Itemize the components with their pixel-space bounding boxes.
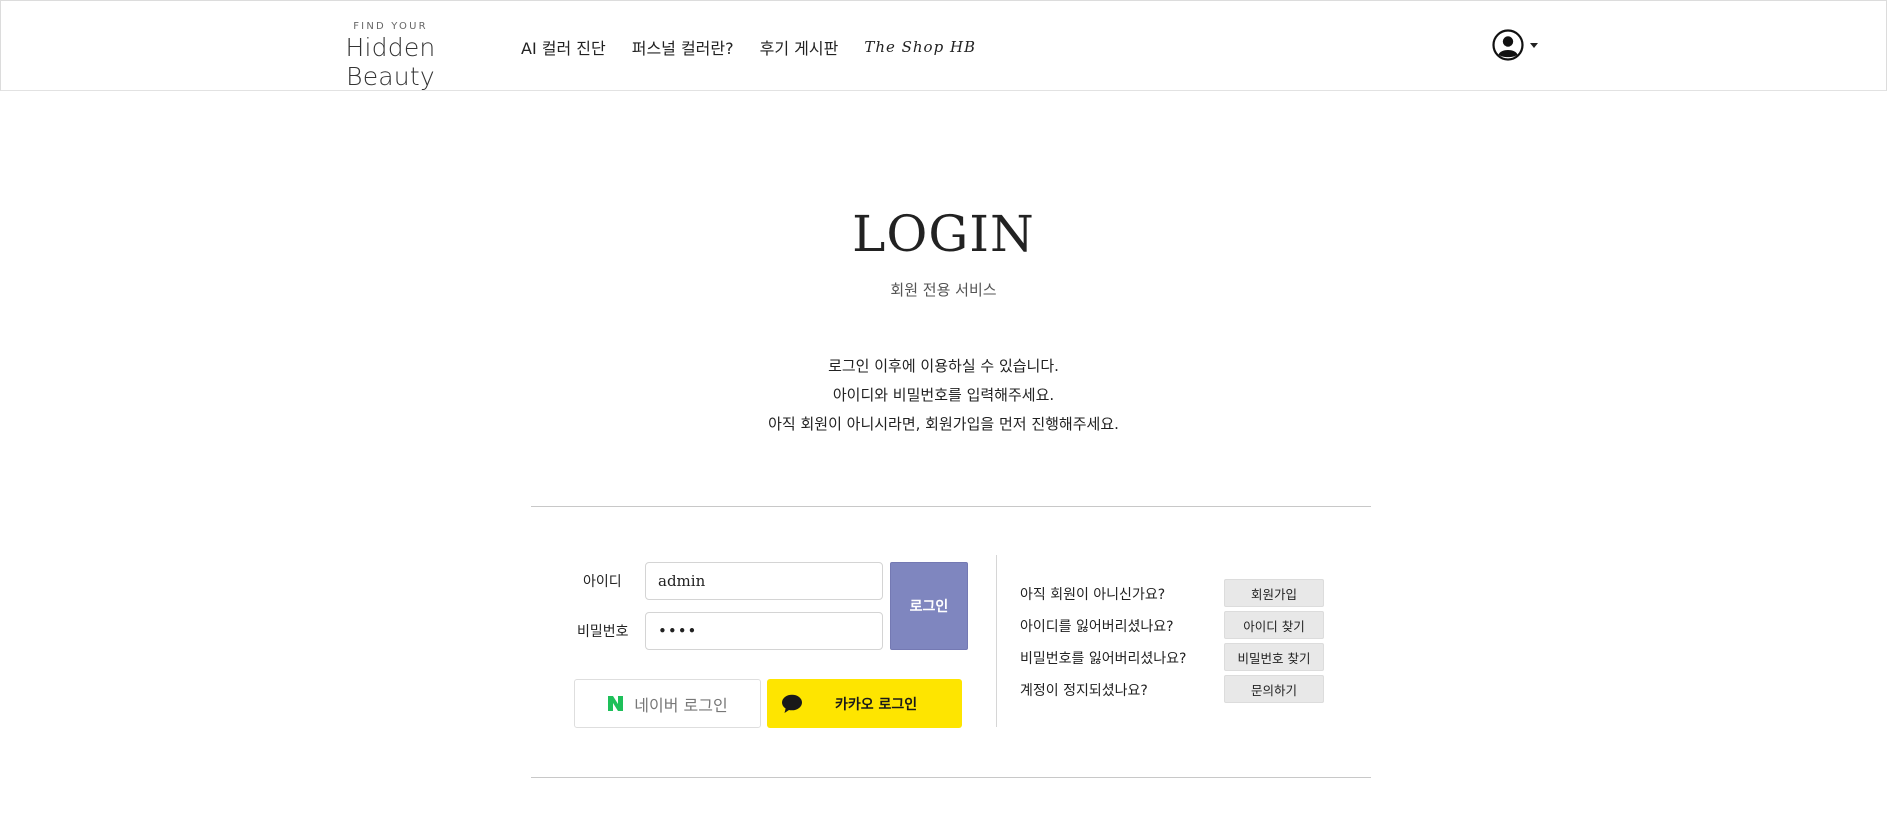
signup-button[interactable]: 회원가입 [1224,579,1324,607]
page-title: LOGIN [852,205,1035,263]
site-logo[interactable]: FIND YOUR Hidden Beauty [303,21,478,91]
login-button[interactable]: 로그인 [890,562,968,650]
find-id-question: 아이디를 잃어버리셨나요? [1020,619,1174,635]
contact-button[interactable]: 문의하기 [1224,675,1324,703]
nav-personal-color[interactable]: 퍼스널 컬러란? [632,35,734,59]
password-label: 비밀번호 [577,624,629,640]
logo-title: Hidden Beauty [345,33,436,91]
chevron-down-icon [1530,42,1538,48]
page-subtitle: 회원 전용 서비스 [890,281,997,299]
nav-review-board[interactable]: 후기 게시판 [760,35,839,59]
kakao-login-label: 카카오 로그인 [835,696,918,713]
login-description: 로그인 이후에 이용하실 수 있습니다. 아이디와 비밀번호를 입력해주세요. … [0,352,1887,439]
naver-icon [608,696,624,711]
suspended-question: 계정이 정지되셨나요? [1020,683,1148,699]
find-id-button[interactable]: 아이디 찾기 [1224,611,1324,639]
id-label: 아이디 [583,574,622,590]
bottom-divider [531,777,1371,778]
kakao-login-button[interactable]: 카카오 로그인 [767,679,962,728]
description-line: 아직 회원이 아니시라면, 회원가입을 먼저 진행해주세요. [768,415,1119,433]
vertical-divider [996,555,997,727]
top-divider [531,506,1371,507]
id-input[interactable] [645,562,883,600]
description-line: 아이디와 비밀번호를 입력해주세요. [832,386,1055,404]
speech-bubble-icon [782,694,802,713]
naver-login-label: 네이버 로그인 [634,695,728,715]
nav-shop[interactable]: The Shop HB [864,38,976,56]
user-menu-toggle[interactable] [1492,29,1538,61]
find-password-question: 비밀번호를 잃어버리셨나요? [1020,651,1187,667]
password-input[interactable] [645,612,883,650]
description-line: 로그인 이후에 이용하실 수 있습니다. [828,357,1059,375]
user-avatar-icon [1492,29,1524,61]
find-password-button[interactable]: 비밀번호 찾기 [1224,643,1324,671]
logo-tagline: FIND YOUR [353,21,428,32]
main-nav: AI 컬러 진단 퍼스널 컬러란? 후기 게시판 The Shop HB [521,35,976,59]
signup-question: 아직 회원이 아니신가요? [1020,587,1166,603]
top-header: FIND YOUR Hidden Beauty AI 컬러 진단 퍼스널 컬러란… [0,0,1887,91]
nav-ai-color[interactable]: AI 컬러 진단 [521,35,606,59]
naver-login-button[interactable]: 네이버 로그인 [574,679,761,728]
